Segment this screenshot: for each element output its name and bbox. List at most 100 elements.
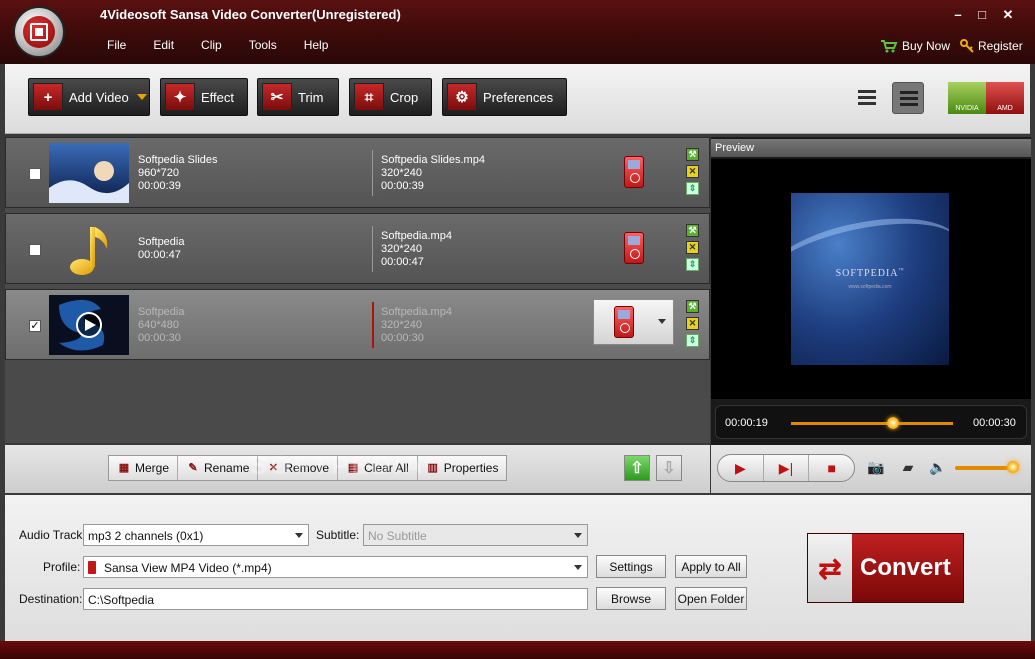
crop-button[interactable]: ⌗ Crop	[349, 78, 432, 116]
music-note-icon	[70, 227, 108, 275]
output-name[interactable]: Softpedia.mp4	[381, 230, 452, 243]
current-time: 00:00:19	[725, 417, 768, 429]
wrench-icon[interactable]: ⚒	[686, 300, 699, 313]
effect-button[interactable]: ✦ Effect	[160, 78, 248, 116]
list-view-icon[interactable]	[851, 82, 883, 114]
properties-label: Properties	[443, 461, 499, 475]
source-name: Softpedia Slides	[138, 154, 218, 166]
profile-select[interactable]: Sansa View MP4 Video (*.mp4)	[83, 556, 588, 578]
seek-handle[interactable]	[887, 417, 900, 429]
camera-icon[interactable]: 📷	[865, 459, 887, 477]
output-duration: 00:00:39	[381, 180, 424, 192]
file-checkbox[interactable]: ✓	[29, 320, 41, 332]
settings-button[interactable]: Settings	[596, 555, 666, 578]
wrench-icon[interactable]: ⚒	[686, 148, 699, 161]
destination-value: C:\Softpedia	[88, 593, 155, 607]
menu-help[interactable]: Help	[292, 38, 341, 56]
chevron-down-icon	[658, 319, 666, 324]
play-button[interactable]: ▶	[718, 455, 764, 481]
seek-track[interactable]	[791, 422, 953, 425]
expand-icon[interactable]: ⇕	[686, 182, 699, 195]
menu-file[interactable]: File	[95, 38, 138, 56]
rename-label: Rename	[204, 461, 250, 475]
file-checkbox[interactable]	[29, 244, 41, 256]
trim-button[interactable]: ✂ Trim	[257, 78, 339, 116]
move-up-button[interactable]: ⇧	[624, 455, 650, 481]
source-info: Softpedia 640*480 00:00:30	[138, 306, 184, 345]
output-device-dropdown[interactable]	[593, 299, 674, 345]
row-divider	[372, 226, 373, 272]
volume-slider[interactable]	[955, 466, 1015, 470]
chevron-down-icon	[295, 533, 303, 538]
video-url-text: www.softpedia.com	[848, 284, 892, 290]
next-frame-icon: ▶|	[778, 459, 794, 476]
audio-track-select[interactable]: mp3 2 channels (0x1)	[83, 524, 309, 546]
menu-clip[interactable]: Clip	[189, 38, 234, 56]
video-logo-text: SOFTPEDIA™	[835, 268, 905, 279]
apply-to-all-button[interactable]: Apply to All	[675, 555, 747, 578]
volume-handle[interactable]	[1007, 461, 1020, 473]
destination-input[interactable]: C:\Softpedia	[83, 588, 588, 610]
sansa-device-icon	[88, 561, 96, 574]
video-preview[interactable]: SOFTPEDIA™ www.softpedia.com	[711, 159, 1031, 399]
app-logo-icon[interactable]	[13, 6, 65, 58]
file-list: Softpedia Slides 960*720 00:00:39 Softpe…	[5, 137, 710, 443]
add-video-label: Add Video	[69, 89, 129, 105]
output-name[interactable]: Softpedia Slides.mp4	[381, 154, 485, 167]
browse-button[interactable]: Browse	[596, 587, 666, 610]
remove-icon[interactable]: ✕	[686, 317, 699, 330]
convert-button[interactable]: ⇄ Convert	[807, 533, 964, 603]
register-label: Register	[978, 39, 1023, 53]
open-folder-button[interactable]: Open Folder	[675, 587, 747, 610]
folder-icon[interactable]: ▰	[897, 459, 919, 477]
sansa-device-icon[interactable]	[624, 232, 644, 264]
gpu-acceleration-badge: NVIDIA AMD	[948, 82, 1024, 114]
crop-icon: ⌗	[354, 83, 384, 111]
buy-now-link[interactable]: Buy Now	[880, 39, 950, 53]
expand-icon[interactable]: ⇕	[686, 258, 699, 271]
minimize-button[interactable]: –	[948, 6, 968, 24]
trim-label: Trim	[298, 89, 324, 105]
main-toolbar: + Add Video ✦ Effect ✂ Trim ⌗ Crop ⚙ Pre…	[5, 64, 1030, 134]
register-link[interactable]: Register	[960, 39, 1023, 53]
maximize-button[interactable]: □	[972, 6, 992, 24]
convert-label: Convert	[860, 554, 951, 581]
pencil-icon: ✎	[188, 461, 198, 474]
menu-tools[interactable]: Tools	[237, 38, 289, 56]
seek-bar: 00:00:19 00:00:30	[715, 405, 1027, 439]
preferences-button[interactable]: ⚙ Preferences	[442, 78, 567, 116]
wrench-icon[interactable]: ⚒	[686, 224, 699, 237]
rename-button[interactable]: ✎ Rename	[178, 456, 259, 480]
expand-icon[interactable]: ⇕	[686, 334, 699, 347]
remove-icon[interactable]: ✕	[686, 241, 699, 254]
next-frame-button[interactable]: ▶|	[764, 455, 810, 481]
softpedia-watermark: SOFTPEDIA	[250, 450, 426, 480]
merge-button[interactable]: ▦ Merge	[109, 456, 179, 480]
output-name[interactable]: Softpedia.mp4	[381, 306, 452, 319]
remove-icon[interactable]: ✕	[686, 165, 699, 178]
total-time: 00:00:30	[973, 417, 1016, 429]
gear-icon: ⚙	[447, 83, 477, 111]
output-resolution: 320*240	[381, 167, 422, 179]
sansa-device-icon[interactable]	[624, 156, 644, 188]
file-row[interactable]: ✓ Softpedia 640*480 00:00:30 Softpedia.m…	[5, 289, 710, 360]
file-row[interactable]: Softpedia 00:00:47 Softpedia.mp4 320*240…	[5, 213, 710, 284]
stop-button[interactable]: ■	[809, 455, 854, 481]
merge-icon: ▦	[118, 461, 130, 474]
chevron-down-icon[interactable]	[136, 94, 147, 100]
close-button[interactable]: ✕	[998, 6, 1018, 24]
preferences-label: Preferences	[483, 89, 554, 105]
profile-value: Sansa View MP4 Video (*.mp4)	[104, 561, 272, 575]
move-down-button[interactable]: ⇩	[656, 455, 682, 481]
volume-icon[interactable]: 🔈	[927, 459, 949, 477]
add-video-button[interactable]: + Add Video	[28, 78, 150, 116]
subtitle-select[interactable]: No Subtitle	[363, 524, 588, 546]
row-divider	[372, 150, 373, 196]
nvidia-icon: NVIDIA	[948, 82, 986, 114]
menu-edit[interactable]: Edit	[141, 38, 186, 56]
status-bar	[0, 641, 1035, 659]
properties-button[interactable]: ▥ Properties	[418, 456, 507, 480]
file-row[interactable]: Softpedia Slides 960*720 00:00:39 Softpe…	[5, 137, 710, 208]
detail-view-icon[interactable]	[892, 82, 924, 114]
file-checkbox[interactable]	[29, 168, 41, 180]
